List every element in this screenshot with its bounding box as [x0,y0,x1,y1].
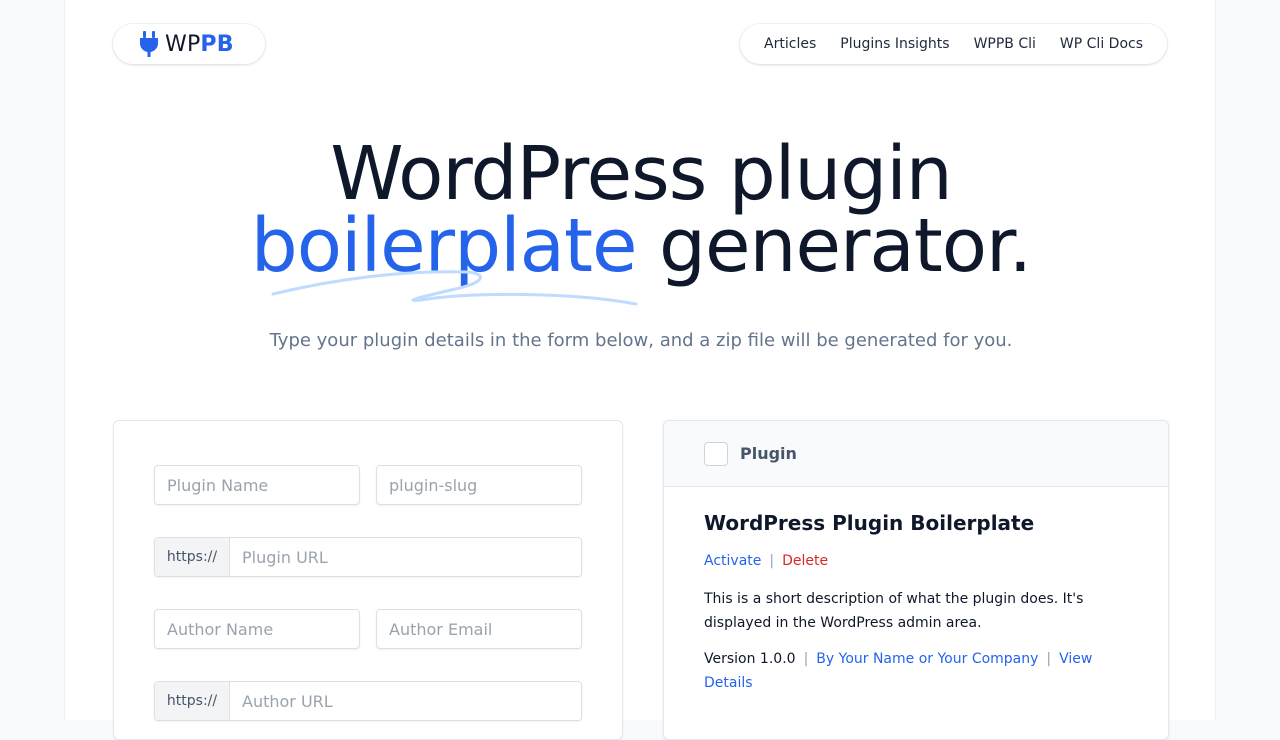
author-name-input[interactable] [154,609,360,649]
plugin-url-input[interactable] [230,538,581,576]
top-nav: Articles Plugins Insights WPPB Cli WP Cl… [740,24,1167,64]
hero-title: WordPress plugin boilerplate generator. [65,137,1217,283]
plugin-actions: Activate | Delete [704,553,1128,569]
nav-item-wppb-cli[interactable]: WPPB Cli [962,36,1048,52]
nav-item-plugins-insights[interactable]: Plugins Insights [828,36,961,52]
plugin-description: This is a short description of what the … [704,591,1084,631]
action-separator: | [769,553,775,569]
plugin-checkbox[interactable] [704,441,728,466]
logo[interactable]: WPPB [113,24,265,64]
plugin-version: Version 1.0.0 [704,651,796,667]
plugin-slug-input[interactable] [376,465,582,505]
plug-icon [140,31,158,57]
page-container: WPPB Articles Plugins Insights WPPB Cli … [64,0,1217,740]
hero-title-line2: generator. [636,203,1032,289]
squiggle-underline [271,270,638,306]
author-link[interactable]: By Your Name or Your Company [816,651,1038,667]
plugin-url-prefix: https:// [155,538,230,576]
plugin-form: https:// https:// [113,420,623,740]
nav-item-wp-cli-docs[interactable]: WP Cli Docs [1048,36,1155,52]
plugin-meta: Version 1.0.0 | By Your Name or Your Compa… [704,647,1128,695]
author-email-input[interactable] [376,609,582,649]
delete-link[interactable]: Delete [782,553,828,569]
preview-body: WordPress Plugin Boilerplate Activate | De… [664,487,1168,695]
meta-separator: | [1046,651,1052,667]
author-url-group: https:// [154,681,582,721]
plugin-preview: Plugin WordPress Plugin Boilerplate Acti… [663,420,1169,740]
plugin-url-group: https:// [154,537,582,577]
nav-item-articles[interactable]: Articles [752,36,828,52]
plugin-title: WordPress Plugin Boilerplate [704,511,1035,535]
logo-text: WPPB [165,31,234,57]
activate-link[interactable]: Activate [704,553,761,569]
hero: WordPress plugin boilerplate generator. [65,137,1217,283]
preview-header: Plugin [664,421,1168,487]
meta-separator: | [803,651,809,667]
author-url-prefix: https:// [155,682,230,720]
hero-subtitle: Type your plugin details in the form bel… [269,330,1013,351]
author-url-input[interactable] [230,682,581,720]
preview-header-label: Plugin [740,444,797,463]
plugin-name-input[interactable] [154,465,360,505]
